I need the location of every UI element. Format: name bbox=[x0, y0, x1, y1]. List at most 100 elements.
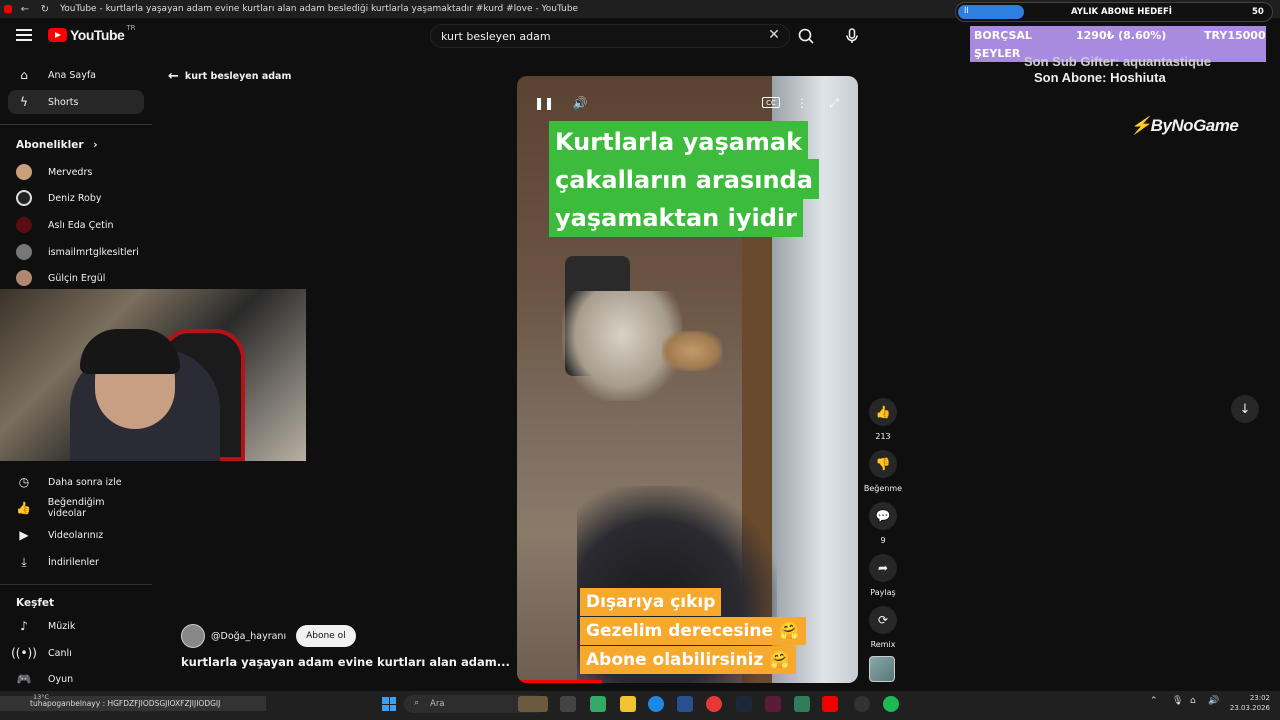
caption-bottom-line-3: Abone olabilirsiniz 🤗 bbox=[580, 646, 797, 674]
subscriber-goal-bar: II AYLIK ABONE HEDEFİ 50 bbox=[955, 2, 1273, 22]
back-arrow-icon[interactable]: ← bbox=[18, 2, 32, 16]
comment-icon: 💬 bbox=[869, 502, 897, 530]
arrow-down-icon: ↓ bbox=[1239, 401, 1251, 417]
edge-icon[interactable] bbox=[648, 696, 664, 712]
dislike-label: Beğenme bbox=[863, 484, 903, 493]
microphone-tray-icon[interactable]: 🎙 bbox=[1172, 696, 1183, 706]
panel-left-line-2: ŞEYLER bbox=[974, 47, 1021, 60]
explore-heading: Keşfet bbox=[16, 597, 55, 609]
back-to-search-link[interactable]: ← kurt besleyen adam bbox=[168, 69, 291, 84]
youtube-app-icon[interactable] bbox=[822, 696, 838, 712]
dog-image bbox=[662, 331, 722, 371]
clear-search-icon[interactable]: ✕ bbox=[766, 27, 782, 43]
weather-widget[interactable]: 13°C bbox=[33, 693, 49, 701]
pause-icon[interactable]: ❚❚ bbox=[534, 96, 554, 110]
caption-top-line-1: Kurtlarla yaşamak bbox=[549, 121, 809, 161]
network-icon[interactable]: ⌂ bbox=[1190, 696, 1196, 706]
sidebar-item-label: Ana Sayfa bbox=[48, 69, 97, 81]
caption-bottom-line-2: Gezelim derecesine 🤗 bbox=[580, 617, 807, 645]
thumb-up-icon: 👍 bbox=[869, 398, 897, 426]
app-icon[interactable] bbox=[590, 696, 606, 712]
youtube-logo[interactable]: YouTube TR bbox=[48, 24, 135, 43]
sidebar-item-home[interactable]: ⌂ Ana Sayfa bbox=[8, 63, 144, 87]
channel-avatar[interactable] bbox=[181, 624, 205, 648]
file-explorer-icon[interactable] bbox=[620, 696, 636, 712]
game-icon: 🎮 bbox=[16, 672, 32, 686]
sidebar-item-label: Shorts bbox=[48, 96, 79, 108]
goal-label: AYLIK ABONE HEDEFİ bbox=[1071, 7, 1172, 17]
store-icon[interactable] bbox=[677, 696, 693, 712]
subscriptions-heading-text: Abonelikler bbox=[16, 139, 84, 151]
subscriptions-heading[interactable]: Abonelikler › bbox=[16, 139, 98, 151]
caption-top-line-2: çakalların arasında bbox=[549, 159, 819, 199]
app-icon[interactable] bbox=[794, 696, 810, 712]
sidebar-item-label: ismailmrtglkesitleri bbox=[48, 246, 139, 258]
system-clock[interactable]: 23:02 23.03.2026 bbox=[1224, 693, 1270, 713]
home-icon: ⌂ bbox=[20, 68, 28, 82]
download-icon: ⤓ bbox=[21, 554, 27, 569]
bynogame-mark-icon: ⚡ bbox=[1130, 116, 1151, 135]
sidebar-item-live[interactable]: ((•)) Canlı bbox=[8, 641, 144, 665]
reload-icon[interactable]: ↻ bbox=[38, 2, 52, 16]
sidebar-item-label: Daha sonra izle bbox=[48, 476, 122, 488]
spotify-icon[interactable] bbox=[883, 696, 899, 712]
sidebar-item-your-videos[interactable]: ▶ Videolarınız bbox=[8, 523, 144, 547]
thumb-up-icon: 👍 bbox=[16, 501, 32, 515]
sidebar-item-subscription[interactable]: Gülçin Ergül bbox=[8, 266, 144, 290]
sidebar-item-subscription[interactable]: Mervedrs bbox=[8, 160, 144, 184]
remix-icon: ⟳ bbox=[869, 606, 897, 634]
search-icon bbox=[798, 28, 814, 44]
comments-button[interactable]: 💬 9 bbox=[866, 502, 900, 545]
clock-date: 23.03.2026 bbox=[1229, 704, 1270, 712]
remix-label: Remix bbox=[870, 640, 896, 649]
sidebar-item-shorts[interactable]: ϟ Shorts bbox=[8, 90, 144, 114]
share-button[interactable]: ➦ Paylaş bbox=[866, 554, 900, 597]
chrome-icon[interactable] bbox=[706, 696, 722, 712]
youtube-favicon-icon bbox=[4, 5, 12, 13]
sidebar-item-watch-later[interactable]: ◷ Daha sonra izle bbox=[8, 470, 144, 494]
clock-icon: ◷ bbox=[18, 475, 30, 489]
video-icon: ▶ bbox=[19, 528, 29, 542]
widgets-icon[interactable] bbox=[518, 696, 548, 712]
remix-button[interactable]: ⟳ Remix bbox=[866, 606, 900, 649]
subscribe-button[interactable]: Abone ol bbox=[296, 625, 356, 647]
menu-hamburger-icon[interactable] bbox=[16, 29, 32, 41]
sidebar-item-label: Videolarınız bbox=[48, 529, 104, 541]
voice-search-button[interactable] bbox=[840, 24, 864, 48]
sidebar-item-subscription[interactable]: ismailmrtglkesitleri bbox=[8, 240, 144, 264]
audio-track-thumbnail[interactable] bbox=[869, 656, 895, 682]
sidebar-item-gaming[interactable]: 🎮 Oyun bbox=[8, 667, 144, 691]
like-button[interactable]: 👍 213 bbox=[866, 398, 900, 441]
back-arrow-icon: ← bbox=[168, 69, 179, 84]
next-video-button[interactable]: ↓ bbox=[1231, 395, 1259, 423]
sidebar-item-downloads[interactable]: ⤓ İndirilenler bbox=[8, 550, 144, 574]
obs-icon[interactable] bbox=[854, 696, 870, 712]
dislike-button[interactable]: 👎 Beğenme bbox=[864, 450, 902, 493]
channel-handle[interactable]: @Doğa_hayranı bbox=[211, 631, 286, 642]
tray-chevron-icon[interactable]: ⌃ bbox=[1150, 696, 1158, 706]
sidebar-item-subscription[interactable]: Deniz Roby bbox=[8, 186, 144, 210]
last-subscriber: Son Abone: Hoshiuta bbox=[1034, 70, 1166, 85]
volume-tray-icon[interactable]: 🔊 bbox=[1208, 696, 1219, 706]
task-view-icon[interactable] bbox=[560, 696, 576, 712]
steam-icon[interactable] bbox=[736, 696, 752, 712]
youtube-logo-text: YouTube bbox=[70, 27, 125, 43]
chevron-right-icon: › bbox=[93, 139, 98, 151]
windows-start-icon[interactable] bbox=[382, 697, 396, 711]
sidebar-item-music[interactable]: ♪ Müzik bbox=[8, 614, 144, 638]
avatar bbox=[16, 217, 32, 233]
more-options-icon[interactable]: ⋮ bbox=[793, 96, 811, 110]
captions-icon[interactable]: CC bbox=[762, 97, 780, 108]
sidebar-item-liked-videos[interactable]: 👍 Beğendiğim videolar bbox=[8, 496, 144, 520]
microphone-icon bbox=[846, 28, 858, 43]
live-icon: ((•)) bbox=[11, 646, 37, 660]
video-title[interactable]: kurtlarla yaşayan adam evine kurtları al… bbox=[181, 655, 510, 669]
shorts-video-player[interactable]: ❚❚ 🔊 CC ⋮ ⤢ Kurtlarla yaşamak çakalların… bbox=[517, 76, 858, 683]
search-button[interactable] bbox=[794, 24, 818, 48]
app-icon[interactable] bbox=[765, 696, 781, 712]
video-progress-bar[interactable] bbox=[517, 680, 603, 683]
sidebar-item-subscription[interactable]: Aslı Eda Çetin bbox=[8, 213, 144, 237]
volume-icon[interactable]: 🔊 bbox=[571, 96, 589, 110]
search-input[interactable]: kurt besleyen adam bbox=[430, 24, 790, 48]
fullscreen-icon[interactable]: ⤢ bbox=[825, 96, 843, 110]
